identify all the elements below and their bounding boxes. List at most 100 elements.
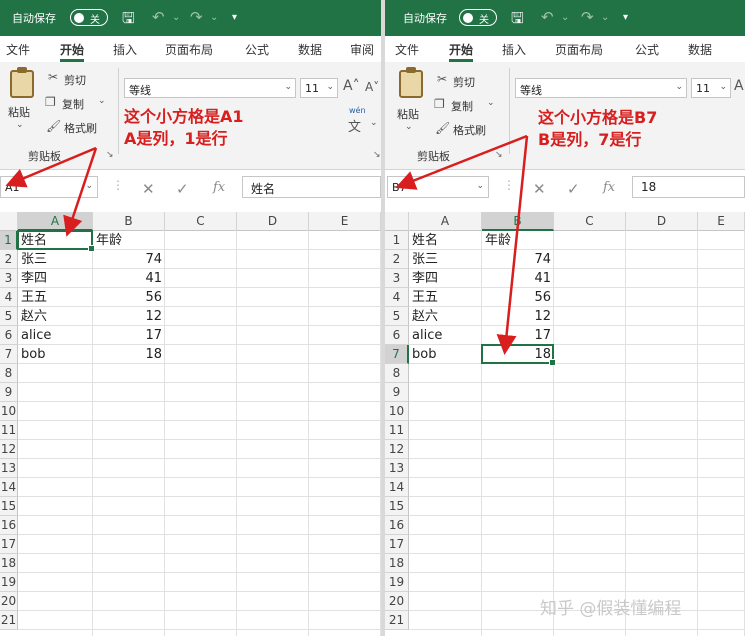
copy-button[interactable]: 复制 [451,98,473,114]
cut-button[interactable]: 剪切 [453,74,475,90]
cell-age[interactable]: 74 [93,250,162,269]
row-header[interactable]: 10 [385,402,409,421]
row-header[interactable]: 15 [0,497,18,516]
row-header[interactable]: 16 [0,516,18,535]
cancel-icon[interactable]: ✕ [533,180,546,198]
row-header[interactable]: 8 [385,364,409,383]
cell-name[interactable]: 王五 [412,288,479,307]
cell-name[interactable]: 赵六 [21,307,90,326]
enter-icon[interactable]: ✓ [176,180,189,198]
cell-age[interactable]: 12 [482,307,551,326]
redo-dropdown-icon[interactable]: ⌄ [210,12,218,23]
clipboard-launcher-icon[interactable]: ↘ [106,150,114,160]
font-size-select[interactable]: 11 ⌄ [691,78,731,98]
row-header[interactable]: 16 [385,516,409,535]
cell-age[interactable]: 41 [482,269,551,288]
redo-icon[interactable]: ↷ [581,8,594,26]
row-header[interactable]: 14 [0,478,18,497]
row-header[interactable]: 4 [385,288,409,307]
cell-name[interactable]: alice [21,326,90,345]
paste-button[interactable]: 粘贴 [397,106,419,122]
name-box[interactable]: A1 ⌄ [0,176,98,198]
redo-dropdown-icon[interactable]: ⌄ [601,12,609,23]
tab-home[interactable]: 开始 [60,41,85,62]
cell-age[interactable]: 56 [482,288,551,307]
row-header[interactable]: 7 [0,345,18,364]
cell-name[interactable]: 姓名 [412,231,479,250]
row-header[interactable]: 13 [385,459,409,478]
row-header[interactable]: 12 [0,440,18,459]
tab-page-layout[interactable]: 页面布局 [165,41,213,58]
row-header[interactable]: 2 [385,250,409,269]
phonetic-guide-label[interactable]: wén [349,106,366,115]
row-header[interactable]: 11 [385,421,409,440]
cell-age[interactable]: 年龄 [485,231,551,250]
autosave-toggle[interactable]: 关 [459,9,497,26]
row-header[interactable]: 1 [385,231,409,250]
row-header[interactable]: 17 [0,535,18,554]
column-header-e[interactable]: E [309,212,381,231]
save-icon[interactable]: 🖫 [511,8,524,33]
row-header[interactable]: 8 [0,364,18,383]
cell-age[interactable]: 年龄 [96,231,162,250]
cell-name[interactable]: 张三 [412,250,479,269]
row-header[interactable]: 15 [385,497,409,516]
format-painter-button[interactable]: 格式刷 [64,120,97,136]
tab-formulas[interactable]: 公式 [635,41,659,58]
cut-button[interactable]: 剪切 [64,72,86,88]
cell-name[interactable]: bob [21,345,90,364]
column-header-c[interactable]: C [165,212,237,231]
cell-name[interactable]: 赵六 [412,307,479,326]
row-header[interactable]: 21 [385,611,409,630]
formula-input[interactable]: 姓名 [242,176,381,198]
row-header[interactable]: 3 [0,269,18,288]
customize-toolbar-icon[interactable]: ▾ [232,12,237,23]
row-header[interactable]: 3 [385,269,409,288]
cell-name[interactable]: 李四 [412,269,479,288]
phonetic-dropdown-icon[interactable]: ⌄ [370,118,378,128]
paste-dropdown-icon[interactable]: ⌄ [405,122,413,132]
row-header[interactable]: 13 [0,459,18,478]
font-name-select[interactable]: 等线 ⌄ [124,78,296,98]
phonetic-guide-icon[interactable]: 文 [348,116,361,135]
row-header[interactable]: 17 [385,535,409,554]
undo-dropdown-icon[interactable]: ⌄ [561,12,569,23]
column-header-e[interactable]: E [698,212,745,231]
row-header[interactable]: 10 [0,402,18,421]
tab-file[interactable]: 文件 [395,41,419,58]
clipboard-launcher-icon[interactable]: ↘ [495,150,503,160]
row-header[interactable]: 20 [385,592,409,611]
row-header[interactable]: 18 [385,554,409,573]
customize-toolbar-icon[interactable]: ▾ [623,12,628,23]
autosave-toggle[interactable]: 关 [70,9,108,26]
row-header[interactable]: 5 [385,307,409,326]
column-header-b[interactable]: B [482,212,554,231]
tab-insert[interactable]: 插入 [113,41,137,58]
insert-function-icon[interactable]: fx [213,180,225,195]
row-header[interactable]: 5 [0,307,18,326]
font-name-select[interactable]: 等线 ⌄ [515,78,687,98]
row-header[interactable]: 21 [0,611,18,630]
cell-age[interactable]: 74 [482,250,551,269]
row-header[interactable]: 19 [385,573,409,592]
row-header[interactable]: 14 [385,478,409,497]
paste-icon[interactable] [399,67,423,98]
name-box[interactable]: B7 ⌄ [387,176,489,198]
cell-grid[interactable]: 1 2 3 4 5 6 7 8 9 10 11 12 13 14 15 16 17 18 19 20 21 姓名 年龄 张三 7… [385,231,745,636]
cell-name[interactable]: 李四 [21,269,90,288]
grow-font-icon[interactable]: A [734,78,744,94]
cell-grid[interactable]: 1 2 3 4 5 6 7 8 9 10 11 12 13 14 15 16 17 18 19 20 21 姓名 年龄 张三 7… [0,230,381,636]
column-header-c[interactable]: C [554,212,626,231]
cell-age[interactable]: 17 [482,326,551,345]
formula-input[interactable]: 18 [632,176,745,198]
tab-formulas[interactable]: 公式 [245,41,269,58]
undo-dropdown-icon[interactable]: ⌄ [172,12,180,23]
copy-dropdown-icon[interactable]: ⌄ [487,98,495,108]
cell-name[interactable]: 王五 [21,288,90,307]
row-header[interactable]: 9 [385,383,409,402]
cell-name[interactable]: bob [412,345,479,364]
tab-home[interactable]: 开始 [449,41,474,62]
row-header[interactable]: 7 [385,345,409,364]
shrink-font-icon[interactable]: A˅ [365,80,379,94]
cell-age[interactable]: 18 [93,345,162,364]
